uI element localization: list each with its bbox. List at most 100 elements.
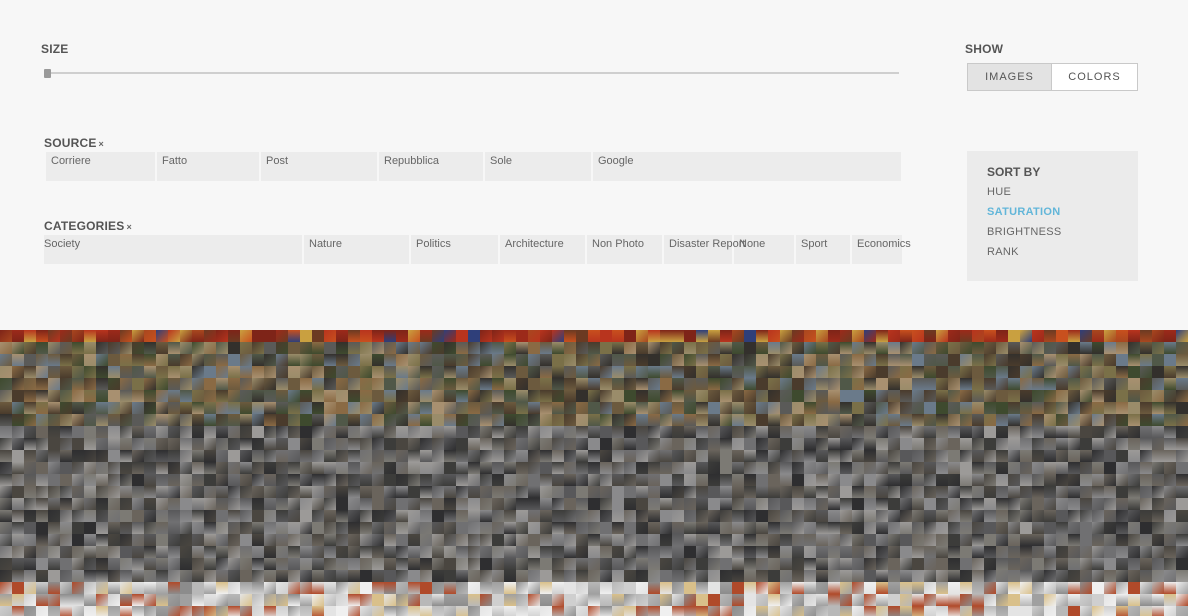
image-thumbnail[interactable] [96,594,108,606]
image-thumbnail[interactable] [972,330,984,342]
image-thumbnail[interactable] [936,558,948,570]
image-thumbnail[interactable] [192,366,204,378]
image-thumbnail[interactable] [624,462,636,474]
image-thumbnail[interactable] [312,546,324,558]
image-thumbnail[interactable] [348,426,360,438]
image-thumbnail[interactable] [996,414,1008,426]
image-thumbnail[interactable] [60,450,72,462]
image-thumbnail[interactable] [192,462,204,474]
image-thumbnail[interactable] [1032,558,1044,570]
image-thumbnail[interactable] [768,426,780,438]
image-thumbnail[interactable] [48,330,60,342]
image-thumbnail[interactable] [204,522,216,534]
image-thumbnail[interactable] [204,486,216,498]
image-thumbnail[interactable] [480,414,492,426]
image-thumbnail[interactable] [1116,498,1128,510]
image-thumbnail[interactable] [360,426,372,438]
image-thumbnail[interactable] [1104,450,1116,462]
image-thumbnail[interactable] [648,330,660,342]
image-thumbnail[interactable] [528,366,540,378]
image-thumbnail[interactable] [852,402,864,414]
image-thumbnail[interactable] [708,522,720,534]
image-thumbnail[interactable] [948,594,960,606]
image-thumbnail[interactable] [456,570,468,582]
image-thumbnail[interactable] [264,438,276,450]
image-thumbnail[interactable] [768,558,780,570]
image-thumbnail[interactable] [1176,402,1188,414]
image-thumbnail[interactable] [1176,450,1188,462]
image-thumbnail[interactable] [1080,606,1092,616]
image-thumbnail[interactable] [120,426,132,438]
image-thumbnail[interactable] [12,366,24,378]
image-thumbnail[interactable] [972,366,984,378]
image-thumbnail[interactable] [744,402,756,414]
image-thumbnail[interactable] [684,378,696,390]
image-thumbnail[interactable] [732,426,744,438]
image-thumbnail[interactable] [432,390,444,402]
image-thumbnail[interactable] [888,486,900,498]
image-thumbnail[interactable] [1080,450,1092,462]
image-thumbnail[interactable] [1080,474,1092,486]
image-thumbnail[interactable] [1056,390,1068,402]
image-thumbnail[interactable] [312,510,324,522]
image-thumbnail[interactable] [1104,522,1116,534]
image-thumbnail[interactable] [780,474,792,486]
image-thumbnail[interactable] [504,366,516,378]
image-thumbnail[interactable] [540,450,552,462]
image-thumbnail[interactable] [348,522,360,534]
image-thumbnail[interactable] [912,426,924,438]
image-thumbnail[interactable] [276,510,288,522]
image-thumbnail[interactable] [948,390,960,402]
image-thumbnail[interactable] [900,498,912,510]
image-thumbnail[interactable] [840,594,852,606]
image-thumbnail[interactable] [132,522,144,534]
image-thumbnail[interactable] [1164,342,1176,354]
image-thumbnail[interactable] [216,546,228,558]
image-thumbnail[interactable] [168,546,180,558]
image-thumbnail[interactable] [1164,582,1176,594]
image-thumbnail[interactable] [1032,594,1044,606]
image-thumbnail[interactable] [288,594,300,606]
image-thumbnail[interactable] [0,558,12,570]
image-thumbnail[interactable] [756,330,768,342]
image-thumbnail[interactable] [516,606,528,616]
image-thumbnail[interactable] [144,330,156,342]
image-thumbnail[interactable] [12,390,24,402]
image-thumbnail[interactable] [720,426,732,438]
image-thumbnail[interactable] [588,546,600,558]
image-thumbnail[interactable] [1044,378,1056,390]
image-thumbnail[interactable] [336,426,348,438]
image-thumbnail[interactable] [972,414,984,426]
image-thumbnail[interactable] [1056,474,1068,486]
image-thumbnail[interactable] [1092,498,1104,510]
image-thumbnail[interactable] [960,582,972,594]
image-thumbnail[interactable] [1128,606,1140,616]
image-thumbnail[interactable] [924,486,936,498]
image-thumbnail[interactable] [792,438,804,450]
image-thumbnail[interactable] [540,390,552,402]
image-thumbnail[interactable] [156,450,168,462]
image-thumbnail[interactable] [1164,438,1176,450]
image-thumbnail[interactable] [816,582,828,594]
image-thumbnail[interactable] [816,522,828,534]
image-thumbnail[interactable] [336,486,348,498]
category-item-nature[interactable]: Nature [304,235,411,264]
image-thumbnail[interactable] [60,594,72,606]
image-thumbnail[interactable] [756,414,768,426]
image-thumbnail[interactable] [84,402,96,414]
image-thumbnail[interactable] [240,342,252,354]
image-thumbnail[interactable] [384,366,396,378]
image-thumbnail[interactable] [720,594,732,606]
image-thumbnail[interactable] [960,366,972,378]
image-thumbnail[interactable] [660,570,672,582]
image-thumbnail[interactable] [444,534,456,546]
image-thumbnail[interactable] [336,450,348,462]
image-thumbnail[interactable] [600,402,612,414]
image-thumbnail[interactable] [240,354,252,366]
image-thumbnail[interactable] [456,342,468,354]
image-thumbnail[interactable] [804,426,816,438]
image-thumbnail[interactable] [180,546,192,558]
image-thumbnail[interactable] [912,450,924,462]
image-thumbnail[interactable] [60,558,72,570]
image-thumbnail[interactable] [1116,402,1128,414]
